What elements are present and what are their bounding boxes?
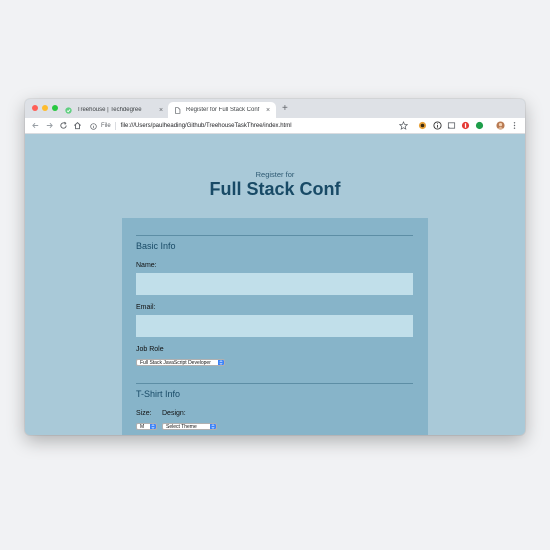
address-bar[interactable]: File file:///Users/paulheading/Github/Tr…	[90, 120, 410, 132]
star-bookmark-icon[interactable]	[399, 121, 408, 130]
tab-register[interactable]: Register for Full Stack Conf ×	[168, 102, 276, 118]
design-select[interactable]: Select Theme	[162, 423, 217, 430]
info-icon[interactable]	[90, 122, 97, 130]
extension-info-icon[interactable]	[433, 121, 442, 130]
back-arrow-icon[interactable]	[31, 121, 40, 130]
minimize-window-icon[interactable]	[42, 105, 48, 111]
size-label: Size:	[136, 410, 152, 417]
extension-colorful-icon[interactable]	[418, 121, 427, 130]
forward-arrow-icon[interactable]	[45, 121, 54, 130]
job-role-select[interactable]: Full Stack JavaScript Developer	[136, 359, 225, 366]
size-select[interactable]: M	[136, 423, 157, 430]
design-label: Design:	[162, 410, 186, 417]
new-tab-button[interactable]: +	[282, 102, 288, 116]
tab-title: Register for Full Stack Conf	[186, 107, 260, 113]
menu-kebab-icon[interactable]	[510, 121, 519, 130]
extension-green-icon[interactable]	[475, 121, 484, 130]
chevron-updown-icon	[210, 424, 216, 429]
page-title: Full Stack Conf	[209, 179, 341, 199]
size-selected: M	[140, 423, 145, 430]
tshirt-info-legend: T-Shirt Info	[136, 389, 181, 399]
document-favicon-icon	[174, 106, 181, 114]
page-subtitle: Register for	[255, 170, 295, 179]
reload-icon[interactable]	[59, 121, 68, 130]
browser-toolbar: File file:///Users/paulheading/Github/Tr…	[25, 118, 525, 134]
treehouse-favicon-icon	[65, 106, 72, 114]
close-window-icon[interactable]	[32, 105, 38, 111]
extension-red-icon[interactable]	[461, 121, 470, 130]
maximize-window-icon[interactable]	[52, 105, 58, 111]
chevron-updown-icon	[150, 424, 156, 429]
name-label: Name:	[136, 262, 157, 269]
email-label: Email:	[136, 304, 156, 311]
address-divider	[114, 122, 116, 130]
browser-window: Treehouse | Techdegree × Register for Fu…	[25, 99, 525, 435]
section-divider	[136, 235, 413, 236]
job-role-selected: Full Stack JavaScript Developer	[140, 359, 211, 366]
job-role-label: Job Role	[136, 346, 164, 353]
tab-close-icon[interactable]: ×	[264, 107, 272, 114]
section-divider	[136, 383, 413, 384]
tab-strip: Treehouse | Techdegree × Register for Fu…	[25, 99, 525, 118]
tab-close-icon[interactable]: ×	[157, 107, 165, 114]
page-content: Register for Full Stack Conf Basic Info …	[25, 134, 525, 435]
design-selected: Select Theme	[166, 423, 197, 430]
registration-form: Basic Info Name: Email: Job Role Full St…	[122, 218, 428, 435]
email-field[interactable]	[136, 315, 413, 337]
url-text[interactable]: file:///Users/paulheading/Github/Treehou…	[121, 123, 292, 129]
profile-avatar-icon[interactable]	[496, 121, 505, 130]
home-icon[interactable]	[73, 121, 82, 130]
tab-title: Treehouse | Techdegree	[77, 107, 142, 113]
name-field[interactable]	[136, 273, 413, 295]
cast-icon[interactable]	[447, 121, 456, 130]
tab-treehouse[interactable]: Treehouse | Techdegree ×	[59, 102, 169, 118]
scheme-label: File	[101, 123, 111, 129]
basic-info-legend: Basic Info	[136, 241, 176, 251]
chevron-updown-icon	[218, 360, 224, 365]
